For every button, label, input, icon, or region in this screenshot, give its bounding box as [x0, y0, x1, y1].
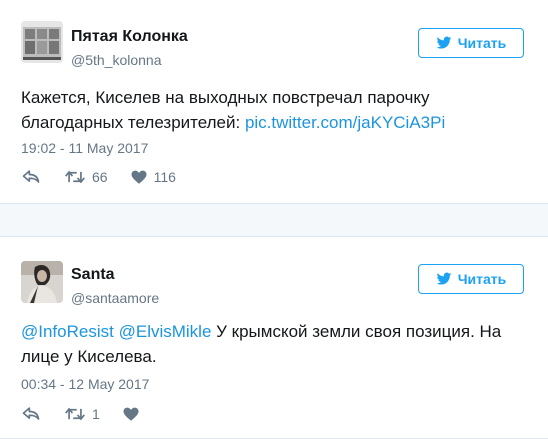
retweet-button[interactable]: 1	[64, 404, 100, 424]
follow-button[interactable]: Читать	[418, 264, 524, 294]
heart-icon	[123, 407, 139, 421]
tweet-card: Santa @santaamore Читать @InfoResist @El…	[0, 236, 548, 439]
mention-link[interactable]: @InfoResist	[21, 322, 114, 341]
retweet-count: 1	[92, 406, 100, 422]
avatar-image	[21, 261, 63, 303]
user-handle[interactable]: @5th_kolonna	[71, 52, 162, 68]
user-handle[interactable]: @santaamore	[71, 290, 159, 306]
media-link[interactable]: pic.twitter.com/jaKYCiA3Pi	[245, 113, 445, 132]
heart-icon	[131, 170, 147, 184]
follow-button[interactable]: Читать	[418, 28, 524, 58]
avatar[interactable]	[21, 21, 63, 63]
twitter-bird-icon	[436, 36, 452, 49]
avatar[interactable]	[21, 261, 63, 303]
retweet-icon	[65, 407, 85, 421]
like-button[interactable]: 116	[130, 168, 176, 186]
follow-label: Читать	[457, 271, 507, 287]
tweet-actions: 1	[21, 402, 140, 426]
retweet-count: 66	[92, 169, 108, 185]
reply-button[interactable]	[21, 404, 41, 424]
display-name[interactable]: Santa	[71, 266, 115, 284]
retweet-button[interactable]: 66	[64, 167, 108, 187]
tweet-text: @InfoResist @ElvisMikle У крымской земли…	[21, 319, 531, 369]
avatar-image	[21, 21, 63, 63]
timestamp[interactable]: 19:02 - 11 May 2017	[21, 140, 148, 156]
tweet-text: Кажется, Киселев на выходных повстречал …	[21, 85, 531, 135]
reply-icon	[22, 170, 40, 183]
retweet-icon	[65, 170, 85, 184]
like-count: 116	[153, 169, 176, 185]
follow-label: Читать	[457, 35, 507, 51]
reply-button[interactable]	[21, 167, 41, 187]
twitter-bird-icon	[436, 272, 452, 285]
like-button[interactable]	[122, 405, 140, 423]
display-name[interactable]: Пятая Колонка	[71, 28, 188, 46]
reply-icon	[22, 407, 40, 420]
timestamp[interactable]: 00:34 - 12 May 2017	[21, 376, 149, 392]
tweet-actions: 66 116	[21, 165, 176, 189]
tweet-card: Пятая Колонка @5th_kolonna Читать Кажетс…	[0, 0, 548, 204]
mention-link[interactable]: @ElvisMikle	[119, 322, 212, 341]
